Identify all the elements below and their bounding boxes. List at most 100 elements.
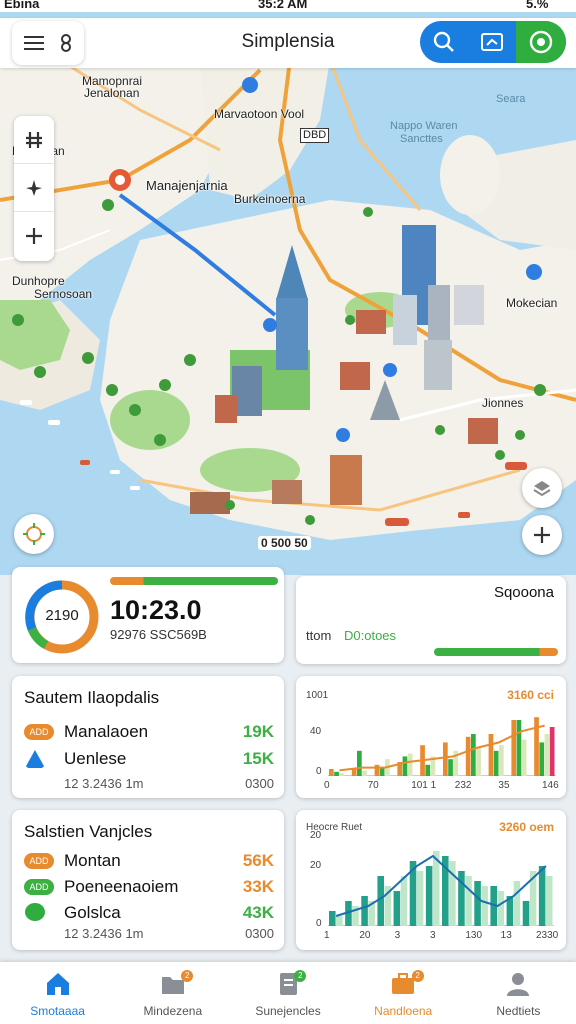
search-icon[interactable] — [420, 21, 468, 63]
list-item[interactable]: Uenlese 15K — [24, 748, 274, 772]
x-tick: 20 — [359, 930, 371, 941]
list-item-value: 56K — [242, 851, 274, 870]
chart-bar — [493, 750, 499, 776]
chart-bar — [400, 876, 408, 926]
list-item-value: 15K — [242, 749, 274, 768]
map-label: Sernosoan — [34, 287, 93, 301]
y-tick: 20 — [310, 830, 322, 841]
map-label: Marvaotoon Vool — [214, 107, 305, 121]
zoom-in-button[interactable] — [14, 212, 54, 260]
chart-bar — [497, 891, 505, 926]
list-item[interactable]: Golslca 43K — [24, 902, 274, 926]
x-tick: 3 — [430, 930, 436, 941]
locate-button[interactable] — [14, 514, 54, 554]
stat-card-summary[interactable]: Sqooona ttom D0:otoes — [296, 576, 566, 664]
chart-bar — [374, 764, 380, 776]
nav-item-home[interactable]: Smotaaaa — [0, 962, 115, 1024]
map-view[interactable]: Mamopnrai Jenalonan Manlanan Manajenjarn… — [0, 0, 576, 575]
chart-bar — [377, 876, 384, 926]
ring-value: 2190 — [45, 607, 79, 624]
layers-button[interactable] — [522, 468, 562, 508]
plus-icon — [534, 527, 550, 543]
map-label: Jenalonan — [84, 86, 140, 100]
y-tick: 20 — [310, 860, 322, 871]
map-water-label: Nappo Waren — [390, 120, 458, 132]
map-scale: 0 500 50 — [258, 536, 311, 550]
summary-subtext-a: ttom — [306, 628, 332, 643]
chart-header-right: 3160 cci — [507, 688, 554, 702]
stat-card-time[interactable]: 2190 10:23.0 92976 SSC569B — [12, 567, 284, 663]
map-label: Manajenjarnia — [146, 178, 228, 193]
chart-bar — [474, 881, 481, 926]
map-water-label: Seara — [496, 93, 526, 105]
nav-item-briefcase[interactable]: 2 Nandloena — [346, 962, 461, 1024]
chart-bar — [379, 767, 385, 776]
chart-bar — [538, 866, 546, 926]
person-icon — [507, 973, 530, 996]
layers-icon — [533, 481, 551, 497]
chart-bar — [481, 886, 488, 926]
list-card-vehicles[interactable]: Sautem Ilaopdalis ADD Manalaoen 19K Uenl… — [12, 676, 284, 798]
bar-chart-2 — [328, 851, 554, 926]
list-item[interactable]: ADD Poeneenaoiem 33K — [24, 876, 274, 900]
list-card-footer-right: 0300 — [245, 926, 274, 941]
x-tick: 130 — [465, 930, 483, 941]
compass-tool-button[interactable] — [14, 164, 54, 212]
x-tick: 13 — [500, 930, 512, 941]
chart-bar — [329, 769, 334, 776]
chart-card-activity[interactable]: 1001 3160 cci 40 0 0 70 101 1 232 35 146 — [296, 676, 566, 798]
chart-bar — [539, 742, 545, 776]
chart-bar — [465, 736, 471, 776]
action-pill — [420, 21, 566, 63]
chart-header-right: 3260 oem — [499, 820, 554, 834]
nav-badge: 2 — [294, 970, 307, 982]
chart-bar — [513, 881, 521, 926]
chart-bar — [516, 720, 522, 776]
map-label: Mokecian — [506, 296, 558, 310]
chart-bar — [488, 734, 494, 776]
chart-bar — [361, 896, 368, 926]
nav-label: Smotaaaa — [30, 1004, 85, 1018]
bar-chart-1 — [328, 717, 556, 776]
progress-bar — [110, 577, 278, 585]
chart-card-history[interactable]: Heocre Ruet 3260 oem 20 20 0 1 20 3 3 130 13 2… — [296, 810, 566, 950]
chart-bar — [448, 759, 453, 776]
x-tick: 1 — [324, 930, 330, 941]
app-root: Mamopnrai Jenalonan Manlanan Manajenjarn… — [0, 0, 576, 1024]
chart-bar — [393, 891, 401, 926]
target-icon[interactable] — [516, 21, 566, 63]
chart-bar — [549, 727, 555, 776]
map-water-label: Sancttes — [400, 133, 443, 145]
time-subtext: 92976 SSC569B — [110, 627, 207, 642]
list-item[interactable]: ADD Montan 56K — [24, 850, 274, 874]
chart-bar — [511, 720, 517, 776]
chart-bar — [339, 773, 345, 776]
map-label: Jionnes — [482, 396, 524, 410]
list-item-label: Manalaoen — [64, 722, 149, 741]
list-item[interactable]: ADD Manalaoen 19K — [24, 721, 274, 745]
list-card-statistics[interactable]: Salstien Vanjcles ADD Montan 56K ADD Poe… — [12, 810, 284, 950]
nav-item-folder[interactable]: 2 Mindezena — [115, 962, 230, 1024]
status-bar: Ebina 35:2 AM 5.% — [0, 0, 576, 12]
map-card-icon[interactable] — [468, 21, 516, 63]
x-tick: 146 — [542, 780, 559, 791]
chart-bar — [425, 866, 433, 926]
y-tick: 0 — [316, 918, 322, 929]
summary-subtext-b: D0:otoes — [344, 628, 397, 643]
chart-bar — [334, 771, 339, 776]
chart-bar — [522, 901, 530, 926]
list-card-footer-right: 0300 — [245, 776, 274, 791]
list-card-footer: 12 3.2436 1m — [64, 926, 144, 941]
nav-item-profile[interactable]: Nedtiets — [461, 962, 576, 1024]
bottom-nav: Smotaaaa 2 Mindezena 2 Sunejencles 2 Nan… — [0, 962, 576, 1024]
map-tool-panel — [14, 116, 54, 261]
zoom-in-fab[interactable] — [522, 515, 562, 555]
nav-item-document[interactable]: 2 Sunejencles — [230, 962, 345, 1024]
chart-bar — [336, 916, 343, 926]
x-tick: 3 — [394, 930, 401, 941]
app-bar: Simplensia — [0, 18, 576, 68]
grid-tool-button[interactable] — [14, 116, 54, 164]
nav-label: Nedtiets — [496, 1004, 541, 1018]
chart-bar — [499, 745, 504, 776]
chart-bar — [357, 750, 362, 776]
